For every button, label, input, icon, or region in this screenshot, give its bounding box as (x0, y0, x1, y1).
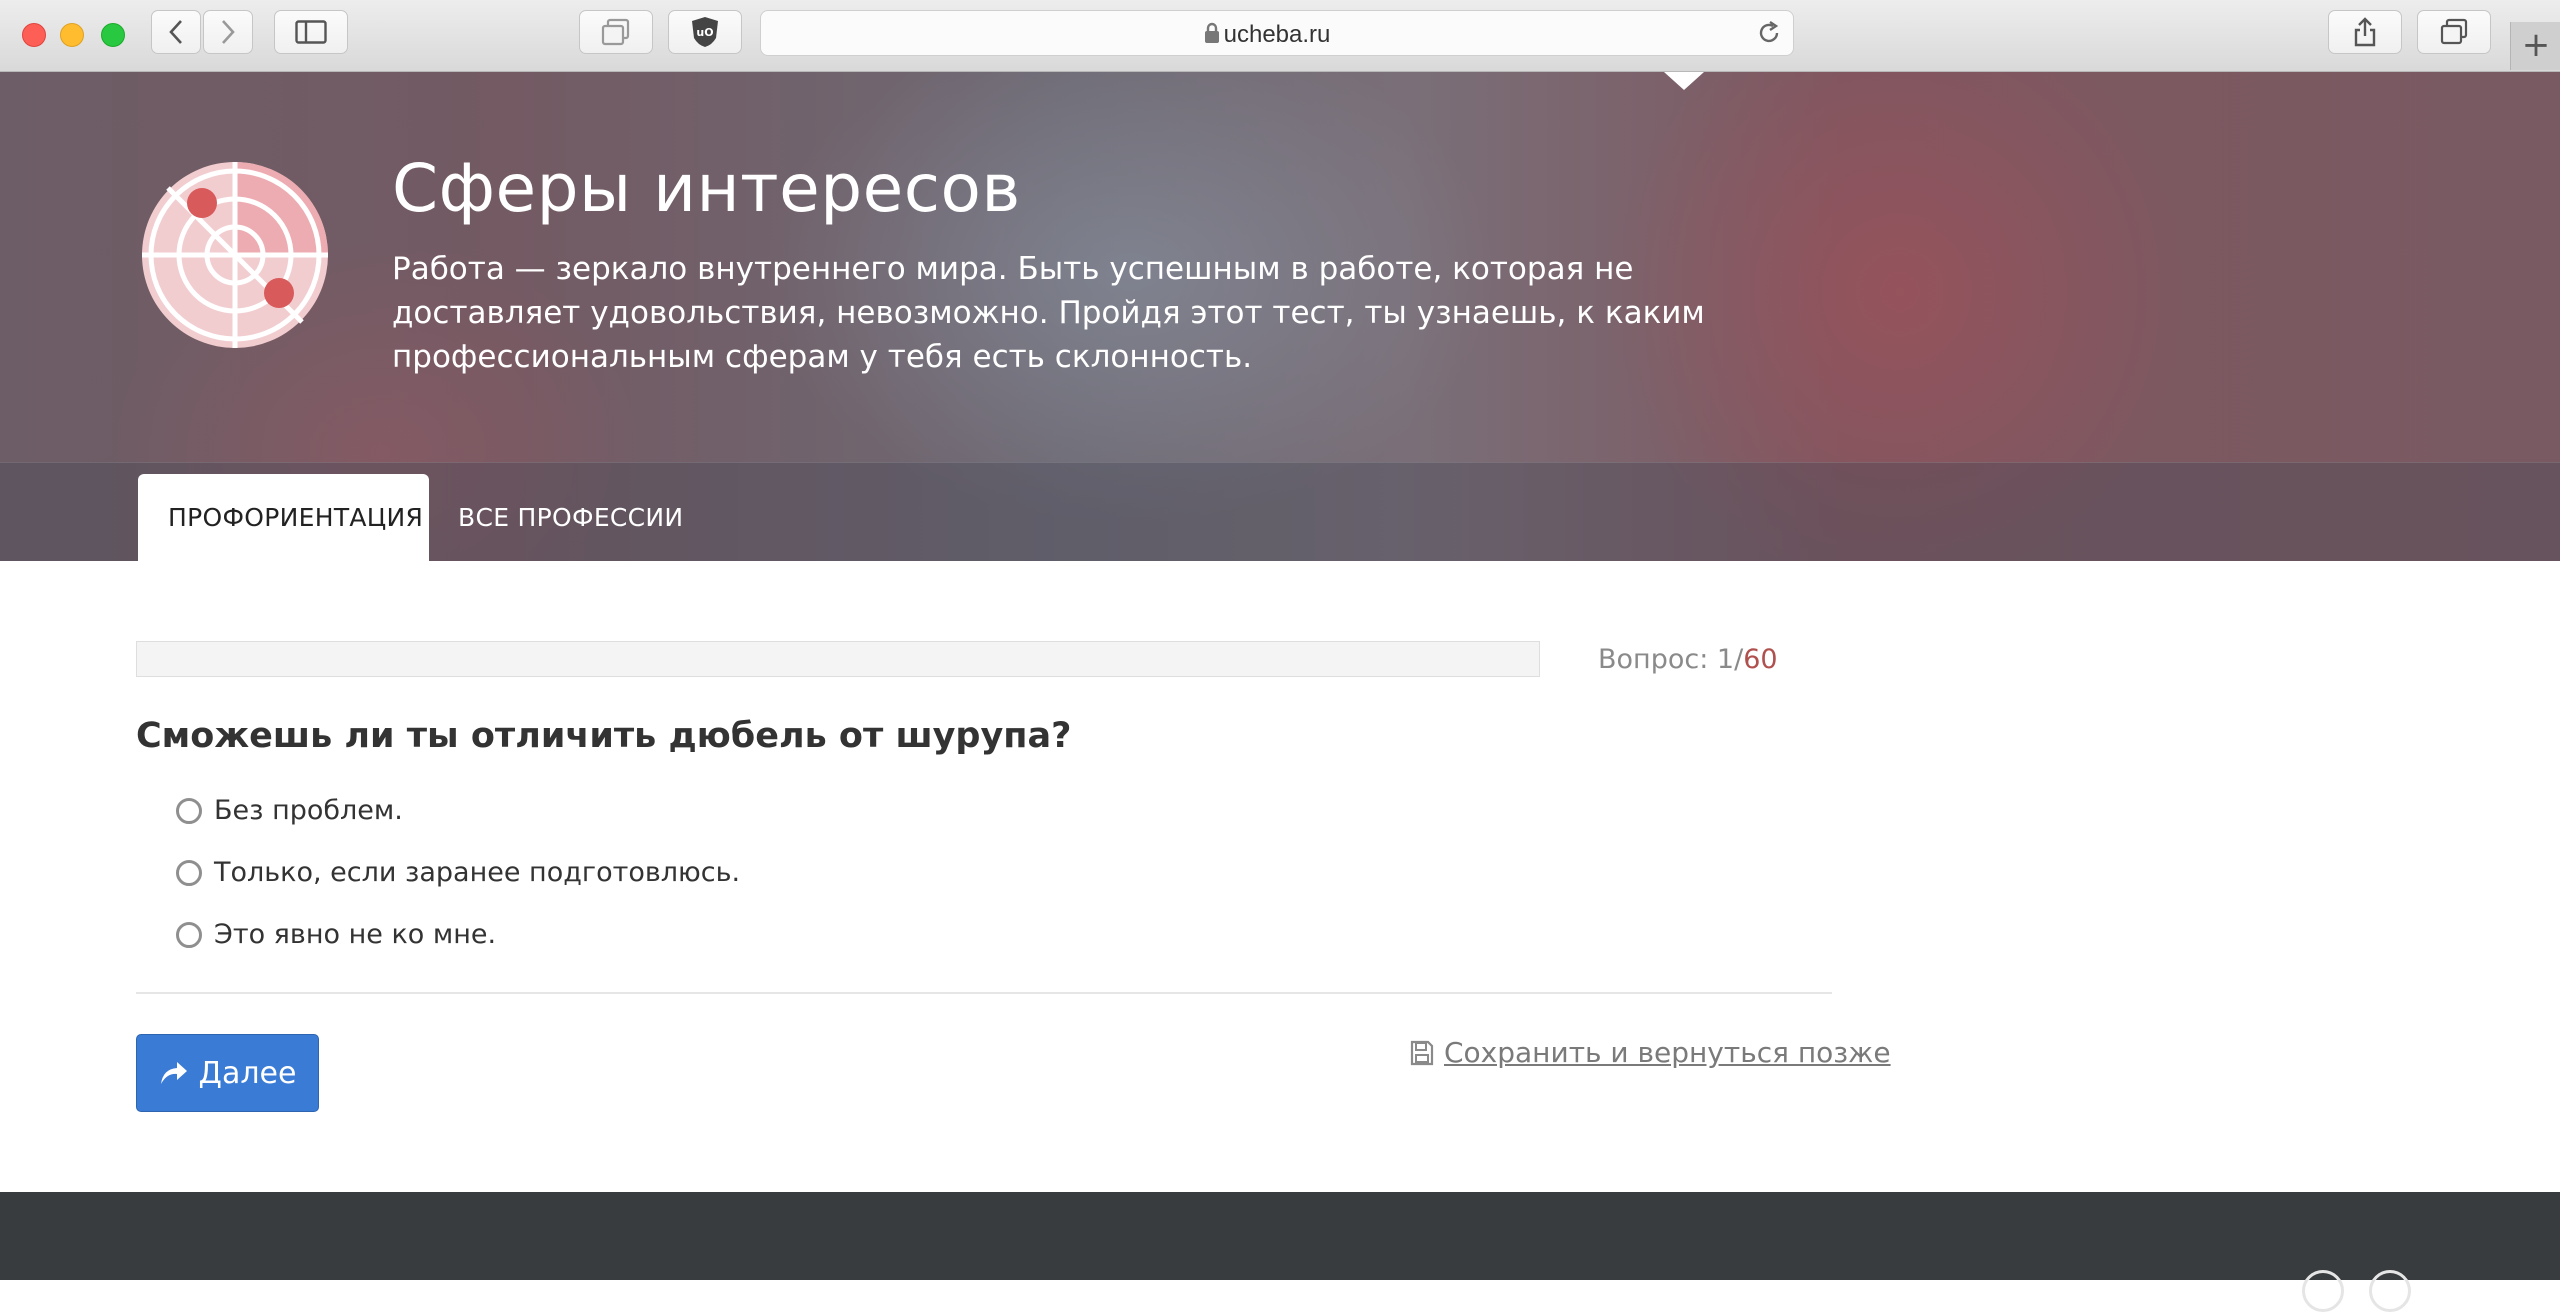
dropdown-pointer (1664, 72, 1704, 90)
back-icon (169, 20, 182, 44)
floppy-disk-icon (1410, 1040, 1434, 1065)
browser-toolbar: uO ucheba.ru + (0, 0, 2560, 72)
sidebar-button[interactable] (274, 10, 348, 54)
answer-label: Без проблем. (214, 795, 403, 826)
forward-button[interactable] (203, 10, 253, 54)
save-and-return-link[interactable]: Сохранить и вернуться позже (1410, 1036, 1891, 1069)
reload-icon[interactable] (1756, 20, 1782, 46)
tabs-button[interactable] (579, 10, 653, 54)
radio-button[interactable] (176, 859, 202, 886)
answer-label: Только, если заранее подготовлюсь. (214, 857, 741, 888)
progress-bar (136, 641, 1540, 677)
forward-icon (222, 20, 235, 44)
radio-button[interactable] (176, 921, 202, 948)
tab-overview-button[interactable] (2417, 10, 2491, 54)
share-arrow-icon (160, 1062, 187, 1084)
new-tab-icon[interactable]: + (2510, 22, 2560, 70)
answer-option[interactable]: Это явно не ко мне. (176, 919, 496, 950)
page-title: Сферы интересов (392, 150, 1021, 227)
url-text: ucheba.ru (1223, 21, 1331, 48)
radio-button[interactable] (176, 797, 202, 824)
next-button[interactable]: Далее (136, 1034, 319, 1112)
question-current: 1 (1716, 644, 1735, 675)
question-text: Сможешь ли ты отличить дюбель от шурупа? (136, 716, 1072, 756)
page-description: Работа — зеркало внутреннего мира. Быть … (392, 251, 1705, 375)
zoom-window-button[interactable] (101, 23, 125, 47)
answer-option[interactable]: Только, если заранее подготовлюсь. (176, 857, 740, 888)
sidebar-icon (295, 20, 327, 44)
svg-text:uO: uO (696, 26, 713, 39)
share-button[interactable] (2328, 10, 2402, 54)
minimize-window-button[interactable] (60, 23, 84, 47)
tab-overview-icon (2440, 18, 2468, 45)
share-icon (2354, 17, 2376, 47)
tab-proforientation[interactable]: ПРОФОРИЕНТАЦИЯ (138, 474, 429, 561)
footer-social-icon[interactable] (2302, 1270, 2344, 1312)
close-window-button[interactable] (22, 23, 46, 47)
back-button[interactable] (151, 10, 201, 54)
radar-logo-icon (142, 162, 328, 348)
page-footer (0, 1192, 2560, 1280)
lock-icon (1205, 22, 1219, 43)
answer-option[interactable]: Без проблем. (176, 795, 403, 826)
save-link-label: Сохранить и вернуться позже (1444, 1036, 1891, 1069)
question-total: 60 (1743, 644, 1778, 675)
answer-label: Это явно не ко мне. (214, 919, 497, 950)
ublock-extension-button[interactable]: uO (668, 10, 742, 54)
tab-all-professions[interactable]: ВСЕ ПРОФЕССИИ (428, 474, 713, 561)
question-counter-label: Вопрос: (1598, 644, 1709, 675)
question-counter: Вопрос: 1/60 (1598, 644, 1778, 675)
question-separator: / (1734, 644, 1744, 675)
next-button-label: Далее (198, 1055, 297, 1091)
divider (136, 992, 1832, 994)
tabs-icon (601, 18, 630, 46)
footer-social-icon[interactable] (2369, 1270, 2411, 1312)
ublock-icon: uO (692, 17, 718, 47)
address-bar[interactable]: ucheba.ru (760, 10, 1794, 56)
